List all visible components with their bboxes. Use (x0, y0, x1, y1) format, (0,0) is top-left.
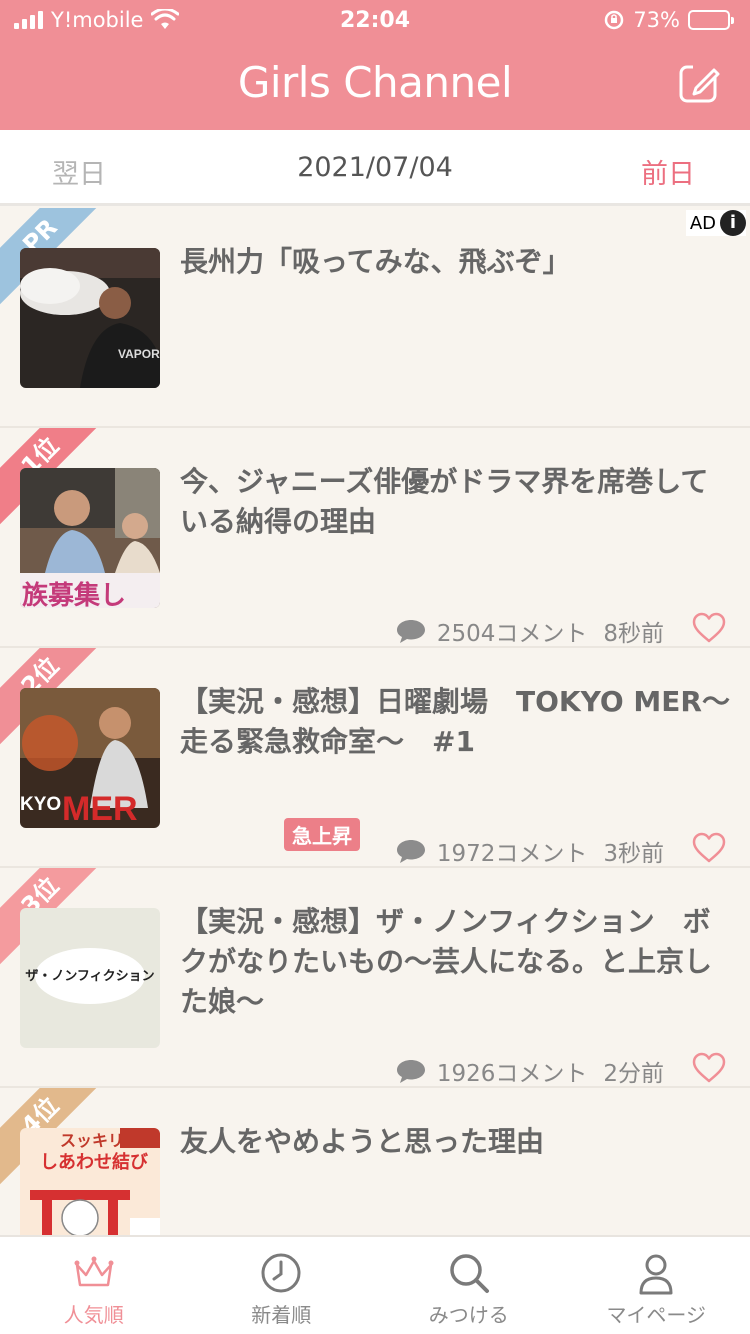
thumbnail-text: MER (62, 790, 138, 828)
person-icon (639, 1254, 673, 1295)
tab-label: みつける (428, 1303, 509, 1327)
list-item[interactable]: 1位 族募集し 今、ジャニーズ俳優がドラマ界を席巻している納得の理由 2504コ… (0, 428, 750, 648)
app-title: Girls Channel (237, 58, 513, 107)
thumbnail: VAPOR (20, 248, 160, 388)
tab-discover[interactable]: みつける (375, 1237, 563, 1334)
post-time: 3秒前 (603, 841, 664, 867)
topic-meta: 1926コメント 2分前 (395, 1054, 664, 1087)
thumbnail-text: ザ・ノンフィクション (25, 969, 154, 984)
thumbnail-text-2: しあわせ結び (40, 1151, 149, 1173)
topic-title[interactable]: 友人をやめようと思った理由 (180, 1122, 730, 1162)
thumbnail-text: 族募集し (22, 580, 126, 608)
tab-label: マイページ (606, 1303, 707, 1327)
heart-icon[interactable] (692, 832, 726, 864)
tab-label: 新着順 (251, 1303, 312, 1327)
svg-text:VAPOR: VAPOR (118, 347, 160, 361)
post-time: 2分前 (603, 1061, 664, 1087)
topic-title[interactable]: 今、ジャニーズ俳優がドラマ界を席巻している納得の理由 (180, 462, 730, 542)
tab-newest[interactable]: 新着順 (188, 1237, 376, 1334)
current-date: 2021/07/04 (297, 152, 453, 183)
crown-icon (74, 1256, 114, 1287)
topic-title[interactable]: 【実況・感想】日曜劇場 TOKYO MER〜走る緊急救命室〜 #1 (180, 682, 730, 762)
thumbnail: スッキリ しあわせ結び (20, 1128, 160, 1235)
comment-icon (396, 840, 425, 863)
comment-icon (396, 620, 425, 643)
date-navigation: 翌日 2021/07/04 前日 (0, 130, 750, 206)
edit-icon[interactable] (678, 62, 720, 104)
trending-badge: 急上昇 (284, 818, 360, 851)
list-item[interactable]: 3位 ザ・ノンフィクション 【実況・感想】ザ・ノンフィクション ボクがなりたいも… (0, 868, 750, 1088)
tab-label: 人気順 (63, 1303, 124, 1327)
thumbnail-text: スッキリ (60, 1131, 124, 1150)
comment-count: 2504コメント (436, 621, 588, 647)
clock-icon (261, 1253, 301, 1293)
bottom-tab-bar: 人気順 新着順 みつける マイページ (0, 1235, 750, 1334)
topic-list: PR VAPOR 長州力「吸ってみな、飛ぶぞ」 AD i 1位 族募集し 今、ジ… (0, 208, 750, 1235)
list-item-ad[interactable]: PR VAPOR 長州力「吸ってみな、飛ぶぞ」 AD i (0, 208, 750, 428)
list-item[interactable]: 2位 KYO MER 【実況・感想】日曜劇場 TOKYO MER〜走る緊急救命室… (0, 648, 750, 868)
thumbnail: ザ・ノンフィクション (20, 908, 160, 1048)
info-icon[interactable]: i (720, 210, 746, 236)
topic-title[interactable]: 長州力「吸ってみな、飛ぶぞ」 (180, 242, 730, 282)
comment-count: 1926コメント (436, 1061, 588, 1087)
heart-icon[interactable] (692, 1052, 726, 1084)
topic-meta: 1972コメント 3秒前 (395, 834, 664, 867)
comment-icon (396, 1060, 425, 1083)
tab-mypage[interactable]: マイページ (563, 1237, 750, 1334)
topic-meta: 2504コメント 8秒前 (395, 614, 664, 647)
ad-label: AD (689, 212, 716, 234)
topic-title[interactable]: 【実況・感想】ザ・ノンフィクション ボクがなりたいもの〜芸人になる。と上京した娘… (180, 902, 730, 1022)
svg-text:KYO: KYO (20, 794, 61, 815)
rotation-lock-icon (605, 10, 624, 30)
previous-day-button[interactable]: 前日 (641, 152, 695, 191)
thumbnail: 族募集し (20, 468, 160, 608)
list-item[interactable]: 4位 スッキリ しあわせ結び 友人をやめようと思った理由 (0, 1088, 750, 1235)
status-right: 73% (603, 8, 734, 32)
battery-percent: 73% (633, 8, 680, 32)
app-header: Y!mobile 22:04 73% Girls Channel (0, 0, 750, 130)
status-bar: Y!mobile 22:04 73% (0, 0, 750, 40)
heart-icon[interactable] (692, 612, 726, 644)
thumbnail: KYO MER (20, 688, 160, 828)
tab-popular[interactable]: 人気順 (0, 1237, 188, 1334)
ad-badge[interactable]: AD i (685, 210, 746, 236)
battery-icon (688, 10, 734, 30)
post-time: 8秒前 (603, 621, 664, 647)
comment-count: 1972コメント (436, 841, 588, 867)
search-icon (450, 1254, 489, 1293)
